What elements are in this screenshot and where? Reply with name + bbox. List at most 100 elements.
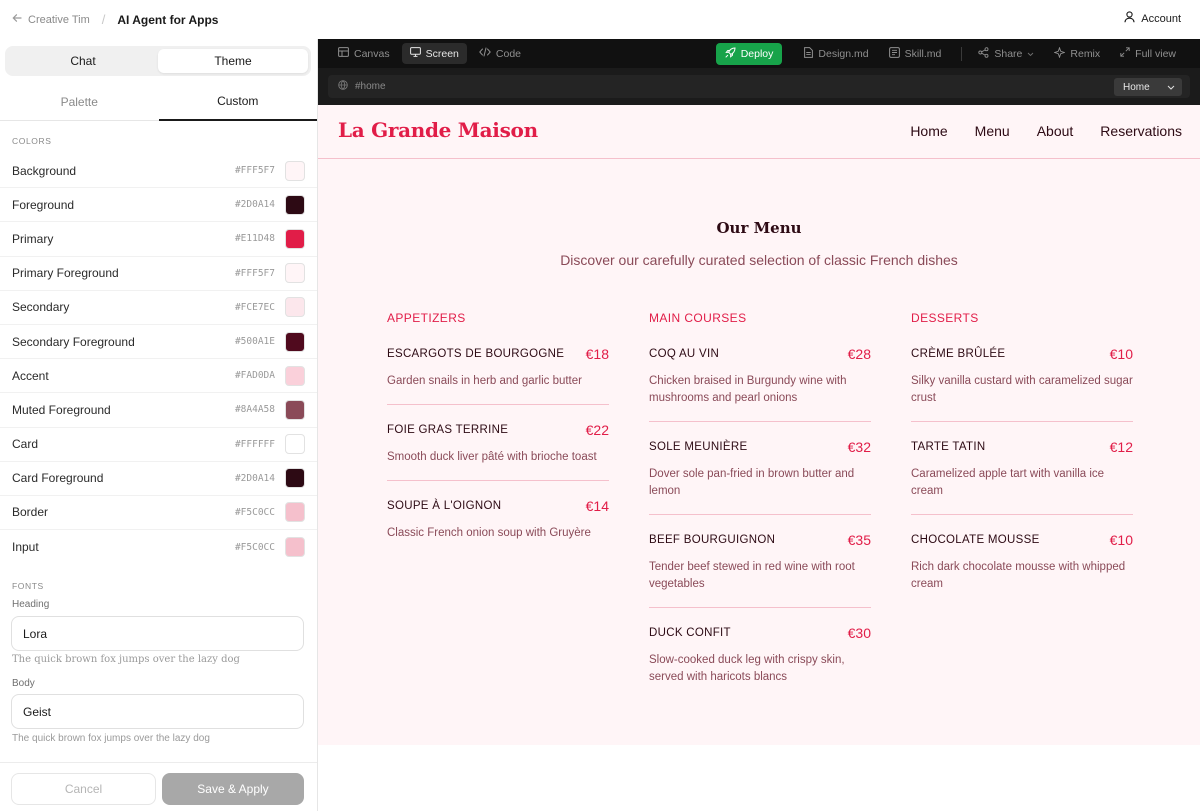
tab-canvas[interactable]: Canvas <box>330 43 398 64</box>
color-name: Muted Foreground <box>12 402 111 417</box>
color-hex-value[interactable]: #F5C0CC <box>235 507 275 518</box>
menu-item-price: €35 <box>847 532 871 548</box>
tab-palette[interactable]: Palette <box>0 83 159 120</box>
menu-item-name: BEEF BOURGUIGNON <box>649 534 776 546</box>
tab-chat[interactable]: Chat <box>8 49 158 73</box>
color-swatch[interactable] <box>285 297 305 318</box>
design-md-label: Design.md <box>818 47 869 60</box>
color-name: Secondary <box>12 300 70 315</box>
nav-link-menu[interactable]: Menu <box>975 123 1010 139</box>
color-hex-value[interactable]: #2D0A14 <box>235 473 275 484</box>
back-link[interactable]: Creative Tim <box>12 13 90 26</box>
color-row: Input #F5C0CC <box>0 530 317 564</box>
menu-item-description: Smooth duck liver pâté with brioche toas… <box>387 451 597 463</box>
color-swatch[interactable] <box>285 468 305 489</box>
url-field[interactable]: #home <box>328 75 1190 98</box>
color-name: Foreground <box>12 197 75 212</box>
tab-screen[interactable]: Screen <box>401 43 467 64</box>
colors-section-label: COLORS <box>12 136 52 146</box>
menu-item-header: CRÈME BRÛLÉE €10 <box>911 346 1133 362</box>
heading-font-input[interactable] <box>11 616 304 651</box>
user-icon <box>1124 11 1135 26</box>
color-swatch[interactable] <box>285 331 305 352</box>
account-button[interactable]: Account <box>1124 11 1181 26</box>
canvas-icon <box>338 47 349 60</box>
tab-custom[interactable]: Custom <box>158 83 317 121</box>
color-hex-value[interactable]: #E11D48 <box>235 233 275 244</box>
color-swatch[interactable] <box>285 537 305 558</box>
menu-item-description: Silky vanilla custard with caramelized s… <box>911 375 1133 404</box>
tab-code[interactable]: Code <box>471 43 529 64</box>
color-hex-value[interactable]: #FFF5F7 <box>235 268 275 279</box>
menu-subtitle: Discover our carefully curated selection… <box>560 252 958 268</box>
share-icon <box>978 46 989 61</box>
url-path: #home <box>355 81 386 92</box>
monitor-icon <box>409 47 421 60</box>
color-row: Foreground #2D0A14 <box>0 188 317 223</box>
color-hex-value[interactable]: #500A1E <box>235 336 275 347</box>
menu-item: SOLE MEUNIÈRE €32 Dover sole pan-fried in … <box>649 439 871 515</box>
color-hex-value[interactable]: #F5C0CC <box>235 542 275 553</box>
menu-item-name: CHOCOLATE MOUSSE <box>911 534 1040 546</box>
menu-item-name: SOUPE À L'OIGNON <box>387 500 502 512</box>
color-hex-value[interactable]: #8A4A58 <box>235 404 275 415</box>
full-view-button[interactable]: Full view <box>1112 43 1184 64</box>
heading-font-preview: The quick brown fox jumps over the lazy … <box>12 654 240 665</box>
color-hex-value[interactable]: #FFF5F7 <box>235 165 275 176</box>
menu-item-name: DUCK CONFIT <box>649 627 731 639</box>
remix-button[interactable]: Remix <box>1046 43 1108 65</box>
expand-icon <box>1120 47 1130 60</box>
skill-md-button[interactable]: Skill.md <box>881 43 950 65</box>
menu-item-name: SOLE MEUNIÈRE <box>649 441 748 453</box>
menu-item-header: SOUPE À L'OIGNON €14 <box>387 498 609 514</box>
deploy-button[interactable]: Deploy <box>715 42 783 65</box>
color-swatch[interactable] <box>285 194 305 215</box>
save-apply-button[interactable]: Save & Apply <box>162 773 304 805</box>
menu-item-description: Tender beef stewed in red wine with root… <box>649 561 855 590</box>
color-swatch[interactable] <box>285 160 305 181</box>
menu-item-name: TARTE TATIN <box>911 441 986 453</box>
color-name: Background <box>12 163 77 178</box>
color-swatch[interactable] <box>285 502 305 523</box>
nav-link-about[interactable]: About <box>1037 123 1074 139</box>
menu-item: CHOCOLATE MOUSSE €10 Rich dark chocolate m… <box>911 532 1133 607</box>
menu-category-heading: APPETIZERS <box>387 311 466 325</box>
cancel-button[interactable]: Cancel <box>11 773 156 805</box>
color-swatch[interactable] <box>285 434 305 455</box>
site-brand[interactable]: La Grande Maison <box>338 118 538 142</box>
menu-item-description: Classic French onion soup with Gruyère <box>387 527 591 539</box>
menu-item-description: Garden snails in herb and garlic butter <box>387 375 582 387</box>
color-swatch[interactable] <box>285 263 305 284</box>
color-row: Background #FFF5F7 <box>0 154 317 189</box>
menu-category-heading: DESSERTS <box>911 311 979 325</box>
color-hex-value[interactable]: #FCE7EC <box>235 302 275 313</box>
color-hex-value[interactable]: #FFFFFF <box>235 439 275 450</box>
nav-link-reservations[interactable]: Reservations <box>1100 123 1182 139</box>
color-swatch[interactable] <box>285 365 305 386</box>
menu-item: COQ AU VIN €28 Chicken braised in Burgundy… <box>649 346 871 422</box>
color-row: Secondary Foreground #500A1E <box>0 325 317 360</box>
menu-item-description: Dover sole pan-fried in brown butter and… <box>649 468 855 497</box>
menu-item-description: Slow-cooked duck leg with crispy skin, s… <box>649 654 845 683</box>
color-swatch[interactable] <box>285 399 305 420</box>
color-name: Input <box>12 540 39 555</box>
share-button[interactable]: Share <box>970 43 1042 65</box>
menu-item-header: COQ AU VIN €28 <box>649 346 871 362</box>
body-font-input[interactable] <box>11 694 304 729</box>
color-hex-value[interactable]: #2D0A14 <box>235 199 275 210</box>
design-md-button[interactable]: Design.md <box>796 43 876 65</box>
tab-theme[interactable]: Theme <box>158 49 308 73</box>
color-hex-value[interactable]: #FAD0DA <box>235 370 275 381</box>
nav-link-home[interactable]: Home <box>910 123 947 139</box>
top-header: Creative Tim / AI Agent for Apps Account <box>0 0 1200 39</box>
color-swatch[interactable] <box>285 228 305 249</box>
color-row: Primary Foreground #FFF5F7 <box>0 257 317 291</box>
color-row: Muted Foreground #8A4A58 <box>0 393 317 428</box>
globe-icon <box>338 80 348 93</box>
menu-item-price: €10 <box>1109 346 1133 362</box>
tab-code-label: Code <box>495 47 521 60</box>
breadcrumb-separator: / <box>101 12 106 27</box>
fonts-section-label: FONTS <box>12 581 44 591</box>
route-select[interactable]: Home <box>1114 78 1182 96</box>
color-name: Primary <box>12 231 54 246</box>
